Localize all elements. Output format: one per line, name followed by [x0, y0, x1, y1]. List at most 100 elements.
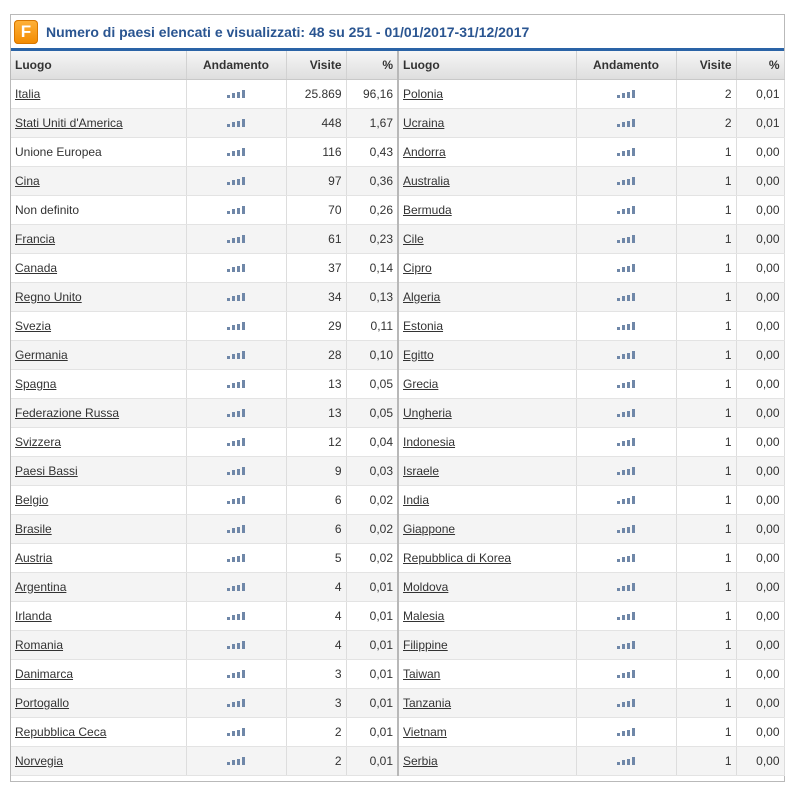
bar-chart-icon[interactable]	[227, 379, 245, 388]
place-link[interactable]: Italia	[15, 87, 40, 101]
place-link[interactable]: Regno Unito	[15, 290, 82, 304]
place-link[interactable]: Repubblica Ceca	[15, 725, 106, 739]
place-link[interactable]: Tanzania	[403, 696, 451, 710]
place-link[interactable]: Norvegia	[15, 754, 63, 768]
bar-chart-icon[interactable]	[617, 234, 635, 243]
bar-chart-icon[interactable]	[617, 437, 635, 446]
bar-chart-icon[interactable]	[227, 234, 245, 243]
bar-chart-icon[interactable]	[227, 727, 245, 736]
place-link[interactable]: Federazione Russa	[15, 406, 119, 420]
bar-chart-icon[interactable]	[227, 669, 245, 678]
place-link[interactable]: Ungheria	[403, 406, 452, 420]
place-link[interactable]: Stati Uniti d'America	[15, 116, 123, 130]
bar-chart-icon[interactable]	[227, 176, 245, 185]
bar-chart-icon[interactable]	[227, 118, 245, 127]
place-link[interactable]: Vietnam	[403, 725, 447, 739]
bar-chart-icon[interactable]	[617, 292, 635, 301]
place-link[interactable]: Filippine	[403, 638, 448, 652]
bar-chart-icon[interactable]	[617, 118, 635, 127]
place-link[interactable]: India	[403, 493, 429, 507]
column-header-place-left[interactable]: Luogo	[11, 51, 187, 80]
column-header-trend-left[interactable]: Andamento	[186, 51, 287, 80]
bar-chart-icon[interactable]	[617, 89, 635, 98]
bar-chart-icon[interactable]	[227, 408, 245, 417]
bar-chart-icon[interactable]	[617, 669, 635, 678]
bar-chart-icon[interactable]	[617, 698, 635, 707]
place-link[interactable]: Spagna	[15, 377, 56, 391]
place-link[interactable]: Cipro	[403, 261, 432, 275]
place-link[interactable]: Brasile	[15, 522, 52, 536]
column-header-visits-left[interactable]: Visite	[286, 51, 347, 80]
bar-chart-icon[interactable]	[617, 263, 635, 272]
bar-chart-icon[interactable]	[227, 582, 245, 591]
bar-chart-icon[interactable]	[227, 553, 245, 562]
place-link[interactable]: Germania	[15, 348, 68, 362]
place-link[interactable]: Bermuda	[403, 203, 452, 217]
bar-chart-icon[interactable]	[617, 553, 635, 562]
place-link[interactable]: Indonesia	[403, 435, 455, 449]
bar-chart-icon[interactable]	[617, 321, 635, 330]
column-header-place-right[interactable]: Luogo	[398, 51, 577, 80]
bar-chart-icon[interactable]	[227, 524, 245, 533]
place-link[interactable]: Giappone	[403, 522, 455, 536]
place-link[interactable]: Ucraina	[403, 116, 444, 130]
place-link[interactable]: Romania	[15, 638, 63, 652]
place-link[interactable]: Australia	[403, 174, 450, 188]
place-link[interactable]: Paesi Bassi	[15, 464, 78, 478]
bar-chart-icon[interactable]	[227, 205, 245, 214]
bar-chart-icon[interactable]	[617, 379, 635, 388]
place-link[interactable]: Repubblica di Korea	[403, 551, 511, 565]
bar-chart-icon[interactable]	[227, 756, 245, 765]
place-link[interactable]: Austria	[15, 551, 52, 565]
bar-chart-icon[interactable]	[227, 698, 245, 707]
bar-chart-icon[interactable]	[617, 495, 635, 504]
bar-chart-icon[interactable]	[227, 437, 245, 446]
place-link[interactable]: Estonia	[403, 319, 443, 333]
column-header-visits-right[interactable]: Visite	[676, 51, 737, 80]
place-link[interactable]: Moldova	[403, 580, 448, 594]
bar-chart-icon[interactable]	[617, 176, 635, 185]
place-link[interactable]: Israele	[403, 464, 439, 478]
bar-chart-icon[interactable]	[617, 756, 635, 765]
place-link[interactable]: Portogallo	[15, 696, 69, 710]
place-link[interactable]: Serbia	[403, 754, 438, 768]
bar-chart-icon[interactable]	[227, 611, 245, 620]
bar-chart-icon[interactable]	[617, 466, 635, 475]
bar-chart-icon[interactable]	[617, 408, 635, 417]
bar-chart-icon[interactable]	[617, 524, 635, 533]
place-link[interactable]: Svizzera	[15, 435, 61, 449]
bar-chart-icon[interactable]	[227, 350, 245, 359]
column-header-percent-right[interactable]: %	[736, 51, 785, 80]
bar-chart-icon[interactable]	[617, 205, 635, 214]
bar-chart-icon[interactable]	[617, 582, 635, 591]
bar-chart-icon[interactable]	[617, 350, 635, 359]
bar-chart-icon[interactable]	[617, 640, 635, 649]
place-link[interactable]: Cina	[15, 174, 40, 188]
place-link[interactable]: Algeria	[403, 290, 440, 304]
place-link[interactable]: Egitto	[403, 348, 434, 362]
bar-chart-icon[interactable]	[227, 321, 245, 330]
bar-chart-icon[interactable]	[617, 611, 635, 620]
place-link[interactable]: Danimarca	[15, 667, 73, 681]
place-link[interactable]: Irlanda	[15, 609, 52, 623]
place-link[interactable]: Polonia	[403, 87, 443, 101]
column-header-percent-left[interactable]: %	[346, 51, 399, 80]
column-header-trend-right[interactable]: Andamento	[576, 51, 677, 80]
place-link[interactable]: Malesia	[403, 609, 444, 623]
place-link[interactable]: Taiwan	[403, 667, 440, 681]
place-link[interactable]: Argentina	[15, 580, 66, 594]
bar-chart-icon[interactable]	[227, 292, 245, 301]
bar-chart-icon[interactable]	[227, 263, 245, 272]
place-link[interactable]: Andorra	[403, 145, 446, 159]
bar-chart-icon[interactable]	[227, 466, 245, 475]
place-link[interactable]: Francia	[15, 232, 55, 246]
place-link[interactable]: Canada	[15, 261, 57, 275]
place-link[interactable]: Grecia	[403, 377, 438, 391]
place-link[interactable]: Cile	[403, 232, 424, 246]
bar-chart-icon[interactable]	[227, 147, 245, 156]
bar-chart-icon[interactable]	[227, 495, 245, 504]
place-link[interactable]: Svezia	[15, 319, 51, 333]
bar-chart-icon[interactable]	[617, 727, 635, 736]
place-link[interactable]: Belgio	[15, 493, 48, 507]
bar-chart-icon[interactable]	[227, 89, 245, 98]
